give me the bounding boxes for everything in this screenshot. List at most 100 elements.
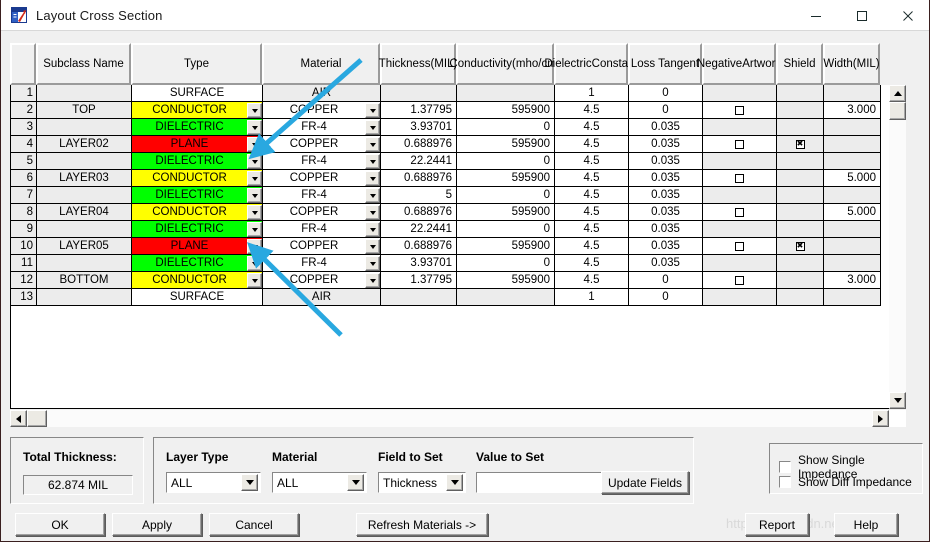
checkbox-icon[interactable] bbox=[779, 476, 791, 488]
horizontal-scrollbar[interactable] bbox=[10, 410, 906, 427]
shield-cell[interactable] bbox=[777, 204, 824, 221]
width-cell[interactable] bbox=[824, 119, 881, 136]
table-row[interactable]: 11 DIELECTRIC FR-4 3.93701 0 4.5 0.035 bbox=[11, 255, 905, 272]
material-cell[interactable]: COPPER bbox=[263, 272, 381, 289]
shield-cell[interactable] bbox=[777, 272, 824, 289]
width-cell[interactable] bbox=[824, 136, 881, 153]
layer-type-dropdown-icon[interactable] bbox=[247, 222, 262, 237]
width-cell[interactable]: 3.000 bbox=[824, 102, 881, 119]
layer-type-dropdown[interactable]: ALL bbox=[166, 472, 261, 493]
negative-artwork-checkbox-icon[interactable] bbox=[735, 207, 744, 217]
thickness-cell[interactable]: 22.2441 bbox=[381, 153, 457, 170]
shield-cell[interactable] bbox=[777, 119, 824, 136]
width-cell[interactable] bbox=[824, 85, 881, 102]
cancel-button[interactable]: Cancel bbox=[209, 513, 299, 536]
shield-cell[interactable] bbox=[777, 255, 824, 272]
layer-type-dropdown-icon[interactable] bbox=[247, 239, 262, 254]
grid-header-conductivity[interactable]: Conductivity (mho/cm) bbox=[449, 43, 561, 85]
layer-type-dropdown-icon[interactable] bbox=[247, 256, 262, 271]
loss-tangent-cell[interactable]: 0 bbox=[629, 289, 703, 306]
conductivity-cell[interactable]: 595900 bbox=[457, 204, 555, 221]
material-dropdown-icon[interactable] bbox=[365, 171, 380, 186]
negative-artwork-cell[interactable] bbox=[703, 136, 777, 153]
negative-artwork-cell[interactable] bbox=[703, 187, 777, 204]
row-number-cell[interactable]: 13 bbox=[11, 289, 37, 306]
material-cell[interactable]: FR-4 bbox=[263, 153, 381, 170]
grid-header-width[interactable]: Width (MIL) bbox=[823, 43, 880, 85]
thickness-cell[interactable]: 5 bbox=[381, 187, 457, 204]
loss-tangent-cell[interactable]: 0.035 bbox=[629, 238, 703, 255]
refresh-materials-button[interactable]: Refresh Materials -> bbox=[356, 513, 488, 536]
value-to-set-input[interactable] bbox=[476, 472, 604, 493]
material-cell[interactable]: FR-4 bbox=[263, 255, 381, 272]
scroll-up-icon[interactable] bbox=[889, 85, 906, 102]
layer-type-cell[interactable]: CONDUCTOR bbox=[132, 170, 263, 187]
layer-type-dropdown-icon[interactable] bbox=[247, 171, 262, 186]
horizontal-scrollbar-thumb[interactable] bbox=[27, 410, 47, 427]
shield-cell[interactable] bbox=[777, 187, 824, 204]
report-button[interactable]: Report bbox=[745, 513, 809, 536]
shield-checkbox-icon[interactable]: ✖ bbox=[795, 241, 805, 251]
ok-button[interactable]: OK bbox=[15, 513, 105, 536]
material-cell[interactable]: AIR bbox=[263, 289, 381, 306]
width-cell[interactable]: 3.000 bbox=[824, 272, 881, 289]
dielectric-constant-cell[interactable]: 4.5 bbox=[555, 204, 629, 221]
width-cell[interactable]: 5.000 bbox=[824, 204, 881, 221]
subclass-name-cell[interactable] bbox=[37, 255, 132, 272]
table-row[interactable]: 3 DIELECTRIC FR-4 3.93701 0 4.5 0.035 bbox=[11, 119, 905, 136]
maximize-button[interactable] bbox=[839, 0, 885, 31]
conductivity-cell[interactable]: 595900 bbox=[457, 170, 555, 187]
table-row[interactable]: 7 DIELECTRIC FR-4 5 0 4.5 0.035 bbox=[11, 187, 905, 204]
subclass-name-cell[interactable]: LAYER03 bbox=[37, 170, 132, 187]
scroll-left-icon[interactable] bbox=[10, 410, 27, 427]
material-cell[interactable]: COPPER bbox=[263, 136, 381, 153]
layer-type-dropdown-icon[interactable] bbox=[247, 154, 262, 169]
grid-header-subclass[interactable]: Subclass Name bbox=[36, 43, 131, 85]
row-number-cell[interactable]: 12 bbox=[11, 272, 37, 289]
negative-artwork-cell[interactable] bbox=[703, 102, 777, 119]
table-row[interactable]: 5 DIELECTRIC FR-4 22.2441 0 4.5 0.035 bbox=[11, 153, 905, 170]
material-dropdown[interactable]: ALL bbox=[272, 472, 367, 493]
layer-type-cell[interactable]: SURFACE bbox=[132, 85, 263, 102]
vertical-scrollbar-track[interactable] bbox=[889, 102, 906, 392]
material-cell[interactable]: FR-4 bbox=[263, 187, 381, 204]
row-number-cell[interactable]: 3 bbox=[11, 119, 37, 136]
dielectric-constant-cell[interactable]: 4.5 bbox=[555, 187, 629, 204]
negative-artwork-checkbox-icon[interactable] bbox=[735, 139, 744, 149]
subclass-name-cell[interactable]: TOP bbox=[37, 102, 132, 119]
negative-artwork-cell[interactable] bbox=[703, 170, 777, 187]
dielectric-constant-cell[interactable]: 4.5 bbox=[555, 238, 629, 255]
row-number-cell[interactable]: 5 bbox=[11, 153, 37, 170]
grid-header-thickness[interactable]: Thickness (MIL) bbox=[379, 43, 457, 85]
layer-type-cell[interactable]: PLANE bbox=[132, 238, 263, 255]
close-button[interactable] bbox=[885, 0, 929, 31]
chevron-down-icon[interactable] bbox=[446, 474, 463, 491]
thickness-cell[interactable] bbox=[381, 85, 457, 102]
material-cell[interactable]: COPPER bbox=[263, 102, 381, 119]
material-cell[interactable]: COPPER bbox=[263, 170, 381, 187]
dielectric-constant-cell[interactable]: 4.5 bbox=[555, 119, 629, 136]
table-row[interactable]: 10 LAYER05 PLANE COPPER 0.688976 595900 4.5 0.0… bbox=[11, 238, 905, 255]
layer-type-cell[interactable]: DIELECTRIC bbox=[132, 187, 263, 204]
dielectric-constant-cell[interactable]: 4.5 bbox=[555, 255, 629, 272]
loss-tangent-cell[interactable]: 0 bbox=[629, 102, 703, 119]
table-row[interactable]: 1 SURFACE AIR 1 0 bbox=[11, 85, 905, 102]
conductivity-cell[interactable]: 595900 bbox=[457, 136, 555, 153]
material-dropdown-icon[interactable] bbox=[365, 205, 380, 220]
width-cell[interactable] bbox=[824, 289, 881, 306]
table-row[interactable]: 6 LAYER03 CONDUCTOR COPPER 0.688976 595900 4.5… bbox=[11, 170, 905, 187]
vertical-scrollbar[interactable] bbox=[889, 85, 906, 409]
shield-cell[interactable] bbox=[777, 102, 824, 119]
layer-type-dropdown-icon[interactable] bbox=[247, 120, 262, 135]
width-cell[interactable] bbox=[824, 187, 881, 204]
conductivity-cell[interactable]: 0 bbox=[457, 187, 555, 204]
negative-artwork-checkbox-icon[interactable] bbox=[735, 105, 744, 115]
material-dropdown-icon[interactable] bbox=[365, 120, 380, 135]
material-cell[interactable]: COPPER bbox=[263, 204, 381, 221]
negative-artwork-cell[interactable] bbox=[703, 204, 777, 221]
thickness-cell[interactable] bbox=[381, 289, 457, 306]
conductivity-cell[interactable] bbox=[457, 289, 555, 306]
negative-artwork-cell[interactable] bbox=[703, 255, 777, 272]
layer-type-cell[interactable]: CONDUCTOR bbox=[132, 272, 263, 289]
dielectric-constant-cell[interactable]: 1 bbox=[555, 85, 629, 102]
